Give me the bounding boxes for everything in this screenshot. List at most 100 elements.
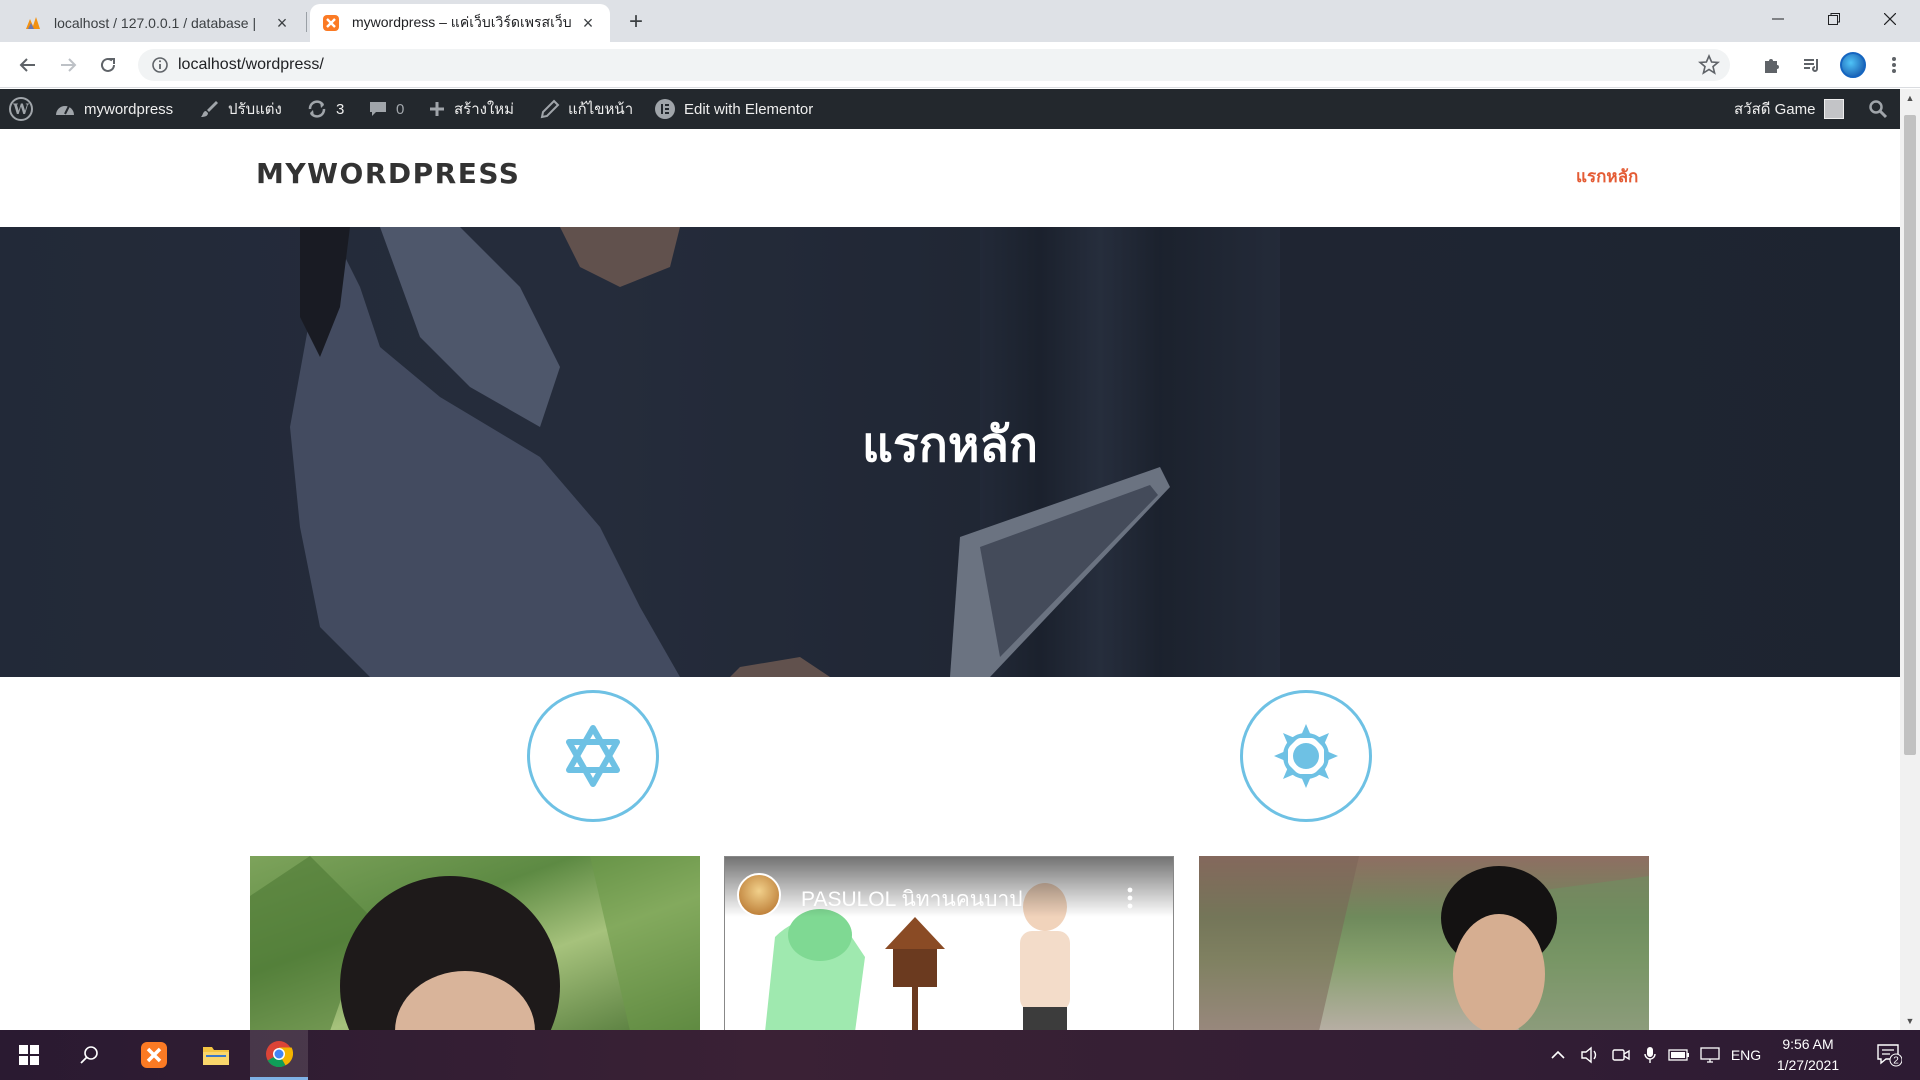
start-button[interactable] [0, 1030, 58, 1080]
bookmark-star-icon[interactable] [1698, 54, 1720, 76]
address-bar[interactable]: localhost/wordpress/ [138, 49, 1730, 81]
playlist-icon [1804, 59, 1818, 72]
customize-link[interactable]: ปรับแต่ง [200, 89, 282, 129]
taskbar-file-explorer[interactable] [190, 1030, 242, 1080]
forward-button[interactable] [52, 49, 84, 81]
site-header: MYWORDPRESS แรกหลัก [0, 129, 1900, 227]
page-scrollbar[interactable]: ▲ ▼ [1900, 89, 1920, 1030]
site-title[interactable]: MYWORDPRESS [256, 157, 520, 190]
brush-icon [201, 101, 218, 117]
person-photo [250, 856, 700, 1031]
team-photo-card[interactable] [250, 856, 700, 1031]
close-icon [1884, 13, 1896, 25]
nav-item-home[interactable]: แรกหลัก [1576, 163, 1638, 190]
scroll-thumb[interactable] [1904, 115, 1916, 755]
sun-icon [1274, 724, 1338, 788]
admin-search-button[interactable] [1868, 89, 1888, 129]
new-content-link[interactable]: สร้างใหม่ [428, 89, 514, 129]
video-title[interactable]: PASULOL นิทานคนบาป [801, 883, 1023, 916]
elementor-icon [655, 99, 675, 119]
dashboard-icon [56, 105, 74, 115]
comments-link[interactable]: 0 [368, 89, 404, 129]
comments-count: 0 [396, 100, 405, 118]
input-language[interactable]: ENG [1728, 1030, 1764, 1080]
clock-date: 1/27/2021 [1776, 1057, 1840, 1073]
arrow-left-icon [19, 58, 35, 72]
tab-mywordpress[interactable]: mywordpress – แค่เว็บเวิร์ดเพรสเว็บ × [310, 4, 610, 42]
edit-page-link[interactable]: แก้ไขหน้า [540, 89, 633, 129]
updates-count: 3 [336, 100, 345, 118]
more-vertical-icon[interactable] [1127, 887, 1133, 909]
tab-separator [306, 12, 307, 32]
elementor-link[interactable]: Edit with Elementor [654, 89, 813, 129]
scroll-down-icon[interactable]: ▼ [1900, 1012, 1920, 1030]
updates-link[interactable]: 3 [306, 89, 344, 129]
extensions-button[interactable] [1756, 49, 1788, 81]
elementor-label: Edit with Elementor [684, 100, 814, 118]
speaker-icon [1581, 1046, 1597, 1064]
close-window-button[interactable] [1862, 0, 1918, 38]
windows-icon [19, 1045, 39, 1065]
reload-icon [101, 57, 115, 72]
taskbar-clock[interactable]: 9:56 AM 1/27/2021 [1764, 1034, 1852, 1076]
arrow-right-icon [61, 58, 77, 72]
volume-button[interactable] [1576, 1030, 1604, 1080]
clock-time: 9:56 AM [1782, 1036, 1834, 1052]
folder-icon [203, 1047, 229, 1065]
back-button[interactable] [12, 49, 44, 81]
tab-phpmyadmin[interactable]: localhost / 127.0.0.1 / database | × [12, 4, 304, 42]
network-button[interactable] [1696, 1030, 1724, 1080]
taskbar-chrome[interactable] [250, 1030, 308, 1080]
new-tab-button[interactable]: + [622, 8, 650, 36]
site-name-link[interactable]: mywordpress [54, 89, 173, 129]
chrome-icon [266, 1040, 293, 1067]
puzzle-icon [1765, 59, 1779, 73]
xampp-icon [323, 15, 339, 31]
star-of-david-icon [566, 725, 620, 787]
updates-icon [308, 100, 326, 118]
taskbar-search-button[interactable] [64, 1030, 116, 1080]
battery-button[interactable] [1666, 1030, 1692, 1080]
edit-page-label: แก้ไขหน้า [568, 101, 634, 118]
close-icon[interactable]: × [272, 13, 292, 33]
feature-icon-circle [1240, 690, 1372, 822]
minimize-icon [1772, 18, 1784, 20]
info-icon[interactable] [150, 55, 170, 75]
media-controls-button[interactable] [1796, 49, 1828, 81]
battery-icon [1668, 1049, 1689, 1061]
chevron-up-icon [1551, 1050, 1565, 1059]
wordpress-icon: W [9, 97, 33, 121]
browser-toolbar: localhost/wordpress/ [0, 42, 1920, 88]
account-menu[interactable]: สวัสดี Game [1734, 89, 1844, 129]
hero-title: แรกหลัก [862, 417, 1038, 473]
reload-button[interactable] [92, 49, 124, 81]
tab-title: mywordpress – แค่เว็บเวิร์ดเพรสเว็บ [352, 14, 572, 30]
browser-menu-button[interactable] [1878, 49, 1910, 81]
windows-taskbar: ENG 9:56 AM 1/27/2021 2 [0, 1030, 1920, 1080]
youtube-video-embed[interactable]: PASULOL นิทานคนบาป [724, 856, 1174, 1031]
taskbar-xampp[interactable] [128, 1030, 180, 1080]
meet-now-button[interactable] [1608, 1030, 1634, 1080]
action-center-button[interactable]: 2 [1864, 1030, 1914, 1080]
svg-text:W: W [12, 102, 29, 118]
scroll-up-icon[interactable]: ▲ [1900, 89, 1920, 107]
close-icon[interactable]: × [578, 13, 598, 33]
comment-icon [370, 102, 386, 116]
xampp-icon [141, 1042, 167, 1068]
pencil-icon [540, 99, 560, 119]
microphone-button[interactable] [1638, 1030, 1662, 1080]
wp-logo-button[interactable]: W [8, 89, 34, 129]
hero-banner: แรกหลัก [0, 227, 1900, 677]
show-hidden-icons-button[interactable] [1544, 1030, 1572, 1080]
more-vertical-icon [1892, 57, 1896, 73]
new-content-label: สร้างใหม่ [454, 101, 515, 118]
network-icon [1700, 1047, 1720, 1063]
plus-icon [430, 102, 444, 116]
profile-avatar[interactable] [1840, 52, 1866, 78]
team-photo-card[interactable] [1199, 856, 1649, 1031]
browser-tabstrip: localhost / 127.0.0.1 / database | × myw… [0, 0, 1920, 42]
minimize-button[interactable] [1750, 0, 1806, 38]
restore-button[interactable] [1806, 0, 1862, 38]
avatar [1823, 99, 1844, 119]
channel-avatar[interactable] [737, 873, 781, 917]
